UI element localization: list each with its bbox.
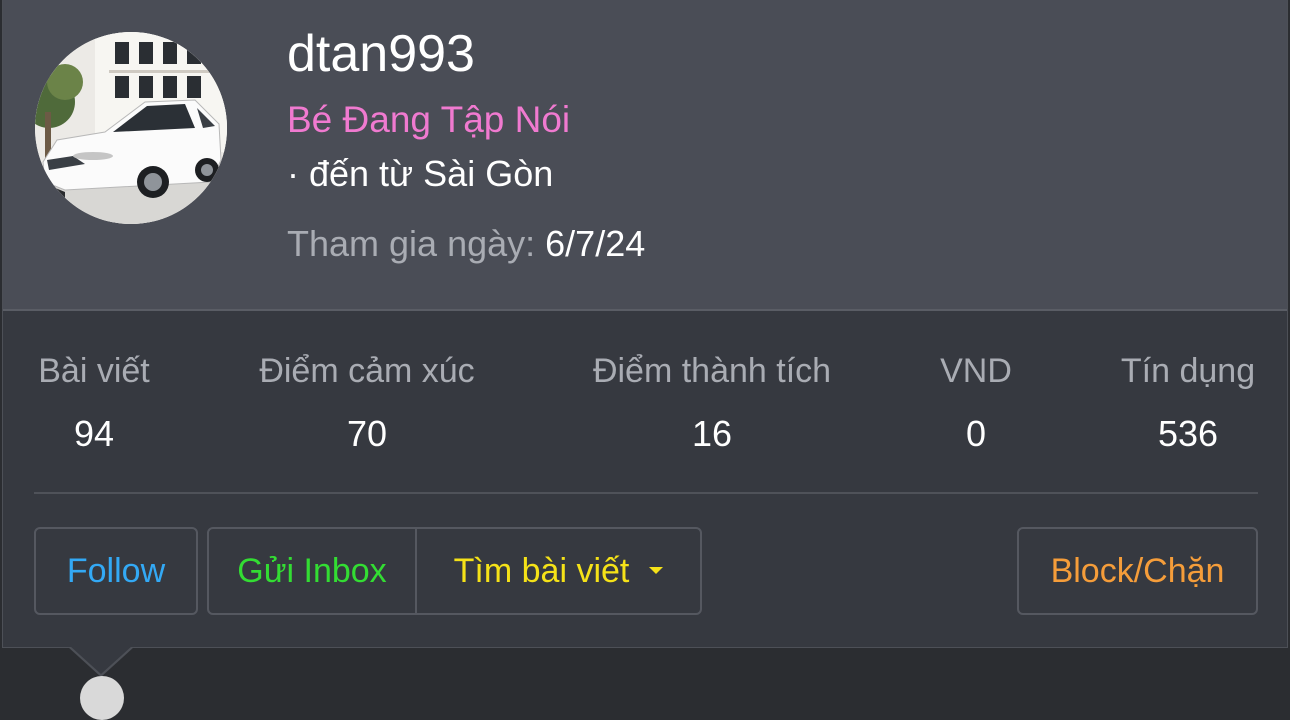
join-date-value: 6/7/24 — [545, 223, 646, 264]
stat-label: VND — [940, 352, 1012, 390]
stat-reaction-score[interactable]: Điểm cảm xúc 70 — [251, 350, 483, 456]
stat-value: 536 — [1157, 413, 1219, 454]
stat-trophy-points[interactable]: Điểm thành tích 16 — [585, 350, 839, 456]
profile-header: dtan993 Bé Đang Tập Nói · đến từ Sài Gòn… — [3, 0, 1287, 311]
stat-value: 94 — [73, 413, 115, 454]
stat-label: Bài viết — [38, 352, 150, 390]
tooltip-pointer-fill — [70, 646, 132, 674]
stat-credit: Tín dụng 536 — [1117, 350, 1259, 456]
user-location: · đến từ Sài Gòn — [287, 153, 554, 194]
user-rank-title: Bé Đang Tập Nói — [287, 99, 571, 140]
block-button[interactable]: Block/Chặn — [1017, 527, 1258, 615]
car-photo-icon — [35, 32, 227, 224]
join-date-label: Tham gia ngày: — [287, 223, 536, 264]
stat-value: 0 — [965, 413, 987, 454]
member-tooltip-card: dtan993 Bé Đang Tập Nói · đến từ Sài Gòn… — [2, 0, 1288, 648]
find-posts-label: Tìm bài viết — [453, 552, 630, 590]
join-date: Tham gia ngày: 6/7/24 — [287, 222, 645, 266]
action-button-group: Gửi Inbox Tìm bài viết — [207, 527, 702, 615]
stat-vnd: VND 0 — [933, 350, 1019, 456]
avatar[interactable] — [35, 32, 227, 224]
caret-down-icon — [649, 566, 664, 574]
stat-label: Điểm thành tích — [592, 352, 832, 390]
stat-value: 16 — [691, 413, 733, 454]
stat-value: 70 — [346, 413, 388, 454]
find-posts-button[interactable]: Tìm bài viết — [417, 529, 700, 613]
username[interactable]: dtan993 — [287, 24, 475, 84]
stat-label: Điểm cảm xúc — [259, 352, 475, 390]
send-inbox-button[interactable]: Gửi Inbox — [209, 529, 417, 613]
follow-button[interactable]: Follow — [34, 527, 198, 615]
stat-label: Tín dụng — [1120, 352, 1256, 390]
divider — [34, 492, 1258, 494]
stat-posts[interactable]: Bài viết 94 — [34, 350, 154, 456]
